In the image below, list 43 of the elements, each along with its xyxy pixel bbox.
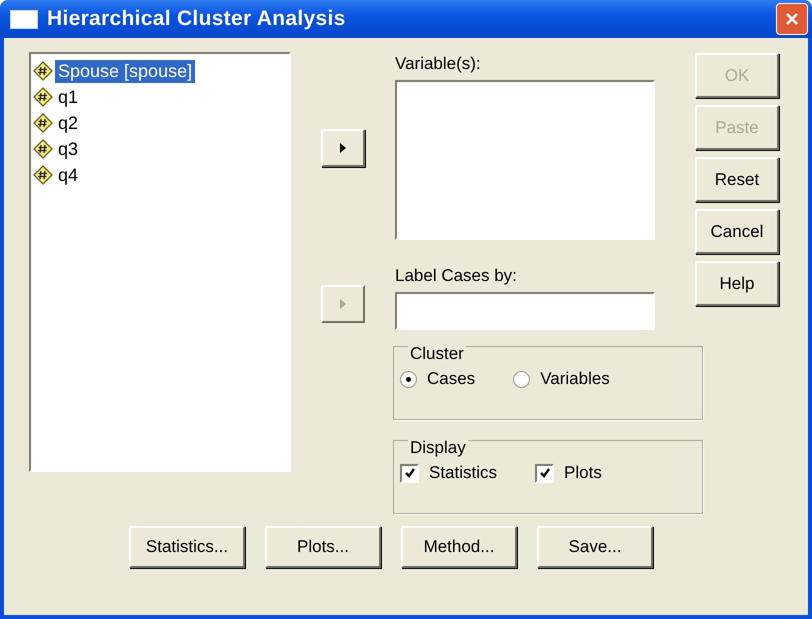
checkbox-option[interactable]: Statistics [400,463,498,483]
option-label: Statistics [429,463,498,483]
label-cases-field[interactable] [395,292,655,330]
triangle-right-icon [339,298,347,310]
numeric-variable-icon [33,61,53,81]
checkmark-icon [538,467,551,479]
list-item[interactable]: Spouse [spouse] [55,60,196,82]
radio-option[interactable]: Variables [513,369,610,389]
group-title: Display [408,438,468,458]
move-button[interactable] [321,129,365,167]
radio-button[interactable] [513,370,530,388]
option-label: Cases [427,369,476,389]
field-label: Variable(s): [395,54,482,74]
triangle-right-icon [339,142,347,154]
dialog-button[interactable]: Plots... [265,526,381,568]
numeric-variable-icon [33,87,53,107]
window-icon [10,10,38,28]
checkbox[interactable] [400,464,419,482]
numeric-variable-icon [33,165,53,185]
radio-option[interactable]: Cases [400,369,476,389]
dialog-button[interactable]: Reset [695,157,779,202]
checkbox[interactable] [535,464,554,482]
window-title: Hierarchical Cluster Analysis [47,7,347,31]
list-item[interactable]: q1 [55,86,82,108]
numeric-variable-icon [33,139,53,159]
dialog-button[interactable]: Save... [537,526,653,568]
dialog-button[interactable]: Help [695,261,779,306]
close-icon [785,12,799,26]
variable-list[interactable]: Spouse [spouse] q1 q2 q3 q4 [29,52,291,472]
dialog-button[interactable]: Statistics... [129,526,245,568]
close-button[interactable] [776,3,808,35]
dialog-button[interactable]: Method... [401,526,517,568]
dialog-button[interactable]: Cancel [695,209,779,254]
checkbox-option[interactable]: Plots [535,463,602,483]
list-item[interactable]: q4 [55,164,82,186]
option-label: Variables [540,369,610,389]
checkmark-icon [404,467,416,479]
numeric-variable-icon [33,113,53,133]
list-item[interactable]: q3 [55,138,82,160]
option-label: Plots [564,463,602,483]
field-label: Label Cases by: [395,266,518,286]
radio-button[interactable] [400,370,417,388]
list-item[interactable]: q2 [55,112,82,134]
